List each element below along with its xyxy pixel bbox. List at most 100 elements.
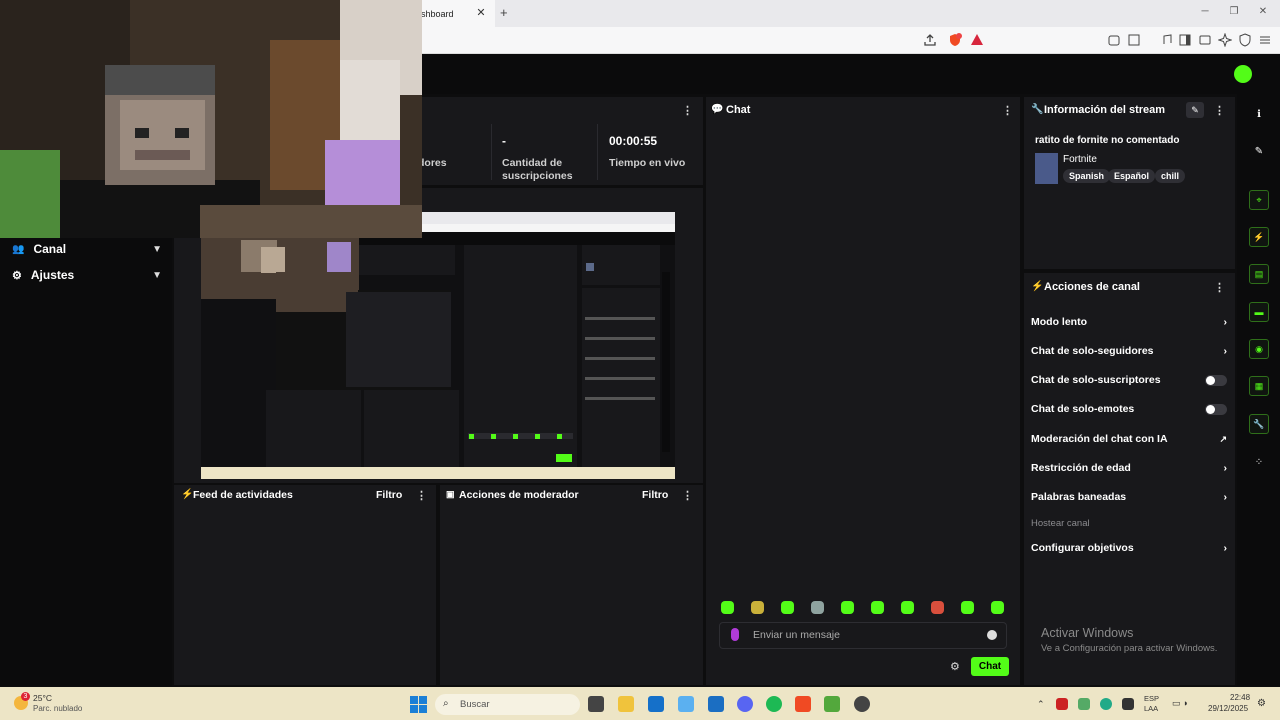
edit-icon[interactable]: ✎	[1186, 102, 1204, 118]
task-view-icon[interactable]	[588, 696, 604, 712]
more-options-icon[interactable]: ⋮	[1002, 104, 1013, 117]
brave-rewards-icon[interactable]	[970, 33, 984, 47]
spotify-icon[interactable]	[766, 696, 782, 712]
action-age-restriction[interactable]: Restricción de edad ›	[1031, 460, 1227, 476]
chevron-up-icon[interactable]: ⌃	[1037, 699, 1045, 710]
chat-input[interactable]: Enviar un mensaje	[719, 622, 1007, 649]
search-placeholder: Buscar	[460, 699, 490, 710]
action-followers-only[interactable]: Chat de solo-seguidores ›	[1031, 343, 1227, 359]
action-slow-mode[interactable]: Modo lento ›	[1031, 314, 1227, 330]
menu-icon[interactable]	[1258, 33, 1272, 47]
activity-feed-filter[interactable]: Filtro	[376, 489, 402, 501]
sidebar-item-canal[interactable]: 👥 Canal ▼	[12, 240, 162, 258]
subs-only-toggle[interactable]	[1205, 374, 1227, 386]
stat-followers-label: dores	[418, 157, 447, 169]
share-icon[interactable]	[923, 33, 937, 47]
music-icon[interactable]	[1159, 33, 1173, 47]
grid-icon[interactable]: ⁘	[1252, 455, 1266, 469]
extensions-icon[interactable]	[1107, 33, 1121, 47]
sidebar-item-ajustes[interactable]: ⚙ Ajustes ▼	[12, 266, 162, 284]
brave-icon[interactable]	[795, 696, 811, 712]
sidebar-toggle-icon[interactable]	[1178, 33, 1192, 47]
divider	[597, 124, 598, 180]
channel-actions-panel	[1024, 273, 1235, 685]
more-options-icon[interactable]: ⋮	[682, 104, 693, 117]
screenshot-icon[interactable]	[1127, 33, 1141, 47]
maximize-icon[interactable]: ❐	[1227, 6, 1241, 17]
send-chat-button[interactable]: Chat	[971, 657, 1009, 676]
action-ai-moderation[interactable]: Moderación del chat con IA ↗	[1031, 431, 1227, 447]
close-window-icon[interactable]: ✕	[1256, 6, 1270, 17]
emoji-icon[interactable]	[987, 630, 997, 640]
obs-icon[interactable]	[854, 696, 870, 712]
clock-date[interactable]: 29/12/2025	[1208, 704, 1248, 713]
action-banned-words[interactable]: Palabras baneadas ›	[1031, 489, 1227, 505]
wallet-icon[interactable]	[1198, 33, 1212, 47]
clock-time[interactable]: 22:48	[1230, 693, 1250, 702]
notifications-icon[interactable]: ⚙	[1257, 698, 1266, 709]
brave-shield-icon[interactable]	[948, 33, 962, 47]
emote-icon[interactable]	[961, 601, 974, 614]
action-subs-only: Chat de solo-suscriptores	[1031, 372, 1227, 388]
tag: Spanish	[1063, 169, 1111, 183]
emote-icon[interactable]	[871, 601, 884, 614]
emotes-only-toggle[interactable]	[1205, 403, 1227, 415]
stream-preview-video[interactable]	[201, 212, 675, 479]
minecraft-icon[interactable]	[824, 696, 840, 712]
emote-icon[interactable]	[841, 601, 854, 614]
weather-temp: 25°C	[33, 693, 52, 703]
minimize-icon[interactable]: ─	[1198, 6, 1212, 17]
focus-icon[interactable]: ⌖	[1249, 190, 1269, 210]
action-label: Modo lento	[1031, 316, 1087, 328]
outlook-icon[interactable]	[708, 696, 724, 712]
document-icon[interactable]: ▤	[1249, 264, 1269, 284]
emote-icon[interactable]	[931, 601, 944, 614]
microphone-icon[interactable]	[1122, 698, 1134, 710]
bolt-icon[interactable]: ⚡	[1249, 227, 1269, 247]
tab-close-icon[interactable]: ✕	[475, 6, 487, 20]
tray-app-icon[interactable]	[1078, 698, 1090, 710]
chevron-down-icon: ▼	[152, 243, 162, 255]
action-configure-goals[interactable]: Configurar objetivos ›	[1031, 540, 1227, 556]
broadcast-icon[interactable]: ◉	[1249, 339, 1269, 359]
more-options-icon[interactable]: ⋮	[416, 489, 427, 502]
category-name[interactable]: Fortnite	[1063, 154, 1097, 165]
emote-icon[interactable]	[721, 601, 734, 614]
more-options-icon[interactable]: ⋮	[1214, 104, 1225, 117]
emote-icon[interactable]	[751, 601, 764, 614]
tray-app-icon[interactable]	[1056, 698, 1068, 710]
emote-icon[interactable]	[901, 601, 914, 614]
microphone-icon[interactable]	[731, 628, 739, 641]
mod-actions-filter[interactable]: Filtro	[642, 489, 668, 501]
info-icon[interactable]: ℹ	[1252, 107, 1266, 121]
chat-settings-icon[interactable]: ⚙	[950, 660, 960, 673]
emote-icon[interactable]	[991, 601, 1004, 614]
chat-bubble-icon[interactable]: ▬	[1249, 302, 1269, 322]
layout-icon[interactable]: ▦	[1249, 376, 1269, 396]
pencil-icon[interactable]: ✎	[1252, 144, 1266, 158]
vpn-icon[interactable]	[1238, 33, 1252, 47]
language-indicator[interactable]: ESP	[1144, 694, 1159, 703]
more-options-icon[interactable]: ⋮	[1214, 281, 1225, 294]
more-options-icon[interactable]: ⋮	[682, 489, 693, 502]
discord-icon[interactable]	[737, 696, 753, 712]
emote-icon[interactable]	[781, 601, 794, 614]
taskbar-search[interactable]: Buscar	[435, 694, 580, 715]
gear-icon: ⚙	[12, 269, 22, 282]
tray-app-icon[interactable]	[1100, 698, 1112, 710]
search-icon: ⌕	[443, 698, 449, 709]
wrench-icon[interactable]: 🔧	[1249, 414, 1269, 434]
new-tab-icon[interactable]: +	[500, 5, 508, 20]
activity-feed-panel	[174, 485, 436, 685]
avatar[interactable]	[1234, 65, 1252, 83]
emote-icon[interactable]	[811, 601, 824, 614]
leo-ai-icon[interactable]	[1218, 33, 1232, 47]
copilot-icon[interactable]	[678, 696, 694, 712]
category-thumbnail[interactable]	[1035, 153, 1058, 184]
file-explorer-icon[interactable]	[618, 696, 634, 712]
action-label: Hostear canal	[1031, 517, 1090, 529]
windows-start-icon[interactable]	[410, 696, 427, 713]
stream-info-title: Información del stream	[1044, 104, 1166, 116]
store-icon[interactable]	[648, 696, 664, 712]
network-volume-icon[interactable]: ▭ ◗	[1172, 698, 1188, 709]
